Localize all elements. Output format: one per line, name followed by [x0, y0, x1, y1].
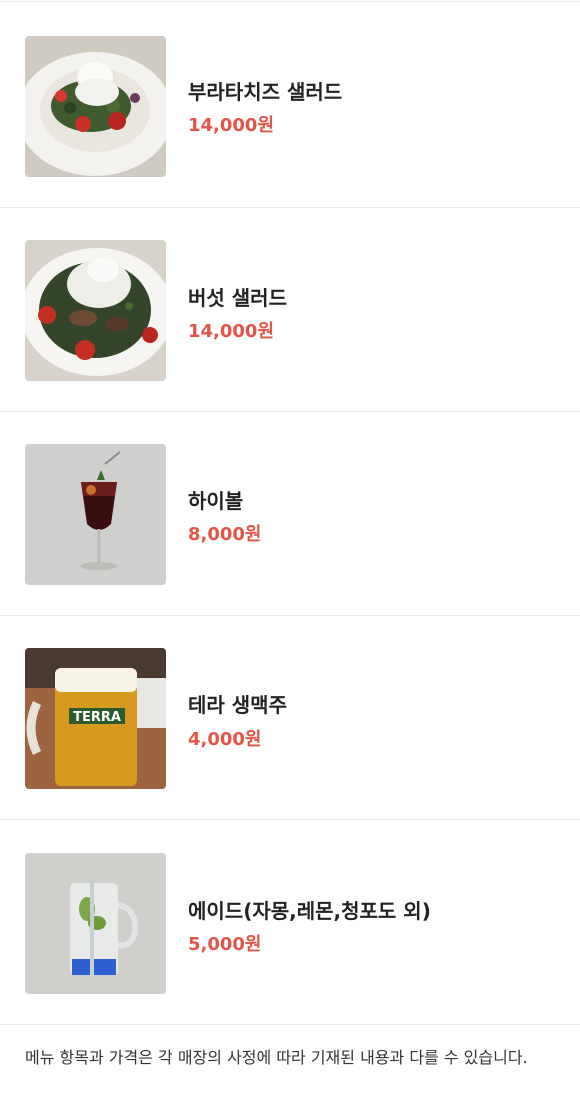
menu-item-thumbnail[interactable]	[25, 444, 166, 585]
menu-item[interactable]: 버섯 샐러드 14,000원	[0, 207, 580, 412]
menu-item-price: 5,000원	[188, 934, 262, 955]
menu-item-name: 부라타치즈 샐러드	[188, 80, 343, 104]
menu-item-name: 하이볼	[188, 489, 244, 513]
menu-item[interactable]: TERRA 테라 생맥주 4,000원	[0, 615, 580, 820]
terra-draft-beer-photo: TERRA	[25, 648, 166, 789]
menu-item-name: 테라 생맥주	[188, 693, 287, 717]
burrata-salad-photo	[25, 36, 166, 177]
menu-item[interactable]: 에이드(자몽,레몬,청포도 외) 5,000원	[0, 820, 580, 1025]
ade-photo	[25, 853, 166, 994]
menu-item-price: 8,000원	[188, 524, 262, 545]
menu-item-thumbnail[interactable]: TERRA	[25, 648, 166, 789]
menu-item[interactable]: 하이볼 8,000원	[0, 411, 580, 616]
menu-item-price: 4,000원	[188, 729, 262, 750]
mushroom-salad-photo	[25, 240, 166, 381]
highball-photo	[25, 444, 166, 585]
terra-label: TERRA	[73, 710, 121, 725]
menu-item-name: 버섯 샐러드	[188, 286, 287, 310]
menu-item-thumbnail[interactable]	[25, 36, 166, 177]
top-divider	[0, 1, 580, 2]
menu-item-price: 14,000원	[188, 115, 275, 136]
menu-item-price: 14,000원	[188, 321, 275, 342]
menu-item[interactable]: 부라타치즈 샐러드 14,000원	[0, 3, 580, 208]
menu-item-thumbnail[interactable]	[25, 853, 166, 994]
price-notice: 메뉴 항목과 가격은 각 매장의 사정에 따라 기재된 내용과 다를 수 있습니…	[25, 1048, 528, 1067]
menu-item-thumbnail[interactable]	[25, 240, 166, 381]
menu-item-name: 에이드(자몽,레몬,청포도 외)	[188, 899, 431, 923]
